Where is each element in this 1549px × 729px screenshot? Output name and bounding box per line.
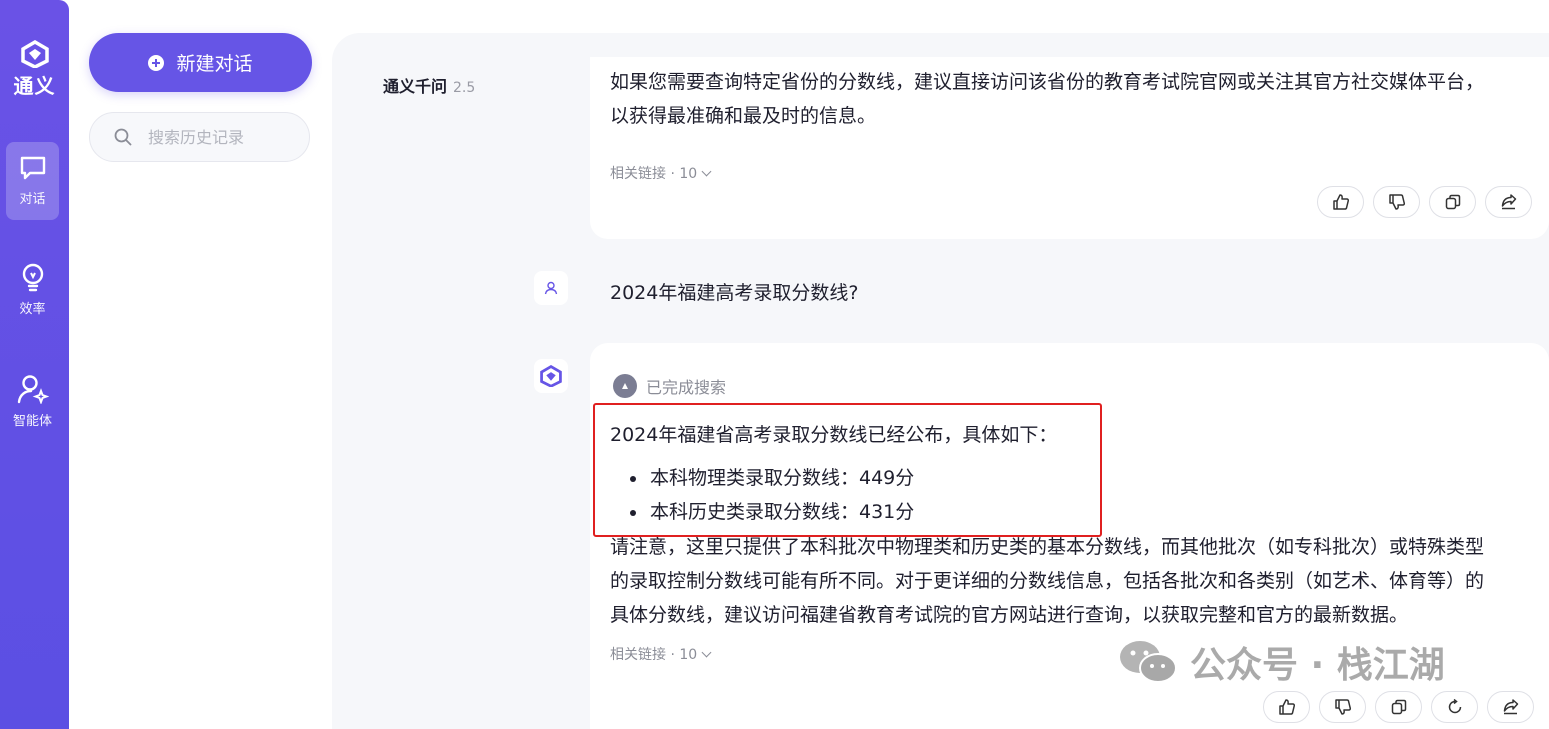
- related-links-toggle[interactable]: 相关链接 · 10: [610, 163, 712, 183]
- answer-card-previous: 如果您需要查询特定省份的分数线，建议直接访问该省份的教育考试院官网或关注其官方社…: [590, 57, 1549, 239]
- dislike-button[interactable]: [1319, 691, 1366, 723]
- rail-item-label: 智能体: [12, 414, 52, 429]
- answer-actions: [1263, 691, 1534, 723]
- user-avatar: [534, 271, 568, 305]
- history-search[interactable]: [89, 112, 310, 162]
- related-links-toggle[interactable]: 相关链接 · 10: [610, 644, 712, 664]
- like-button[interactable]: [1263, 691, 1310, 723]
- dislike-button[interactable]: [1373, 186, 1420, 218]
- search-input[interactable]: [146, 126, 300, 148]
- copy-icon: [1391, 699, 1406, 715]
- thumbs-up-icon: [1332, 194, 1349, 210]
- new-chat-label: 新建对话: [176, 53, 253, 75]
- chat-bubble-icon: [20, 156, 45, 180]
- plus-circle-icon: [148, 54, 165, 71]
- rail-item-label: 效率: [19, 302, 46, 317]
- rail-item-chat[interactable]: 对话: [6, 142, 59, 220]
- chevron-down-icon: [701, 647, 712, 658]
- copy-icon: [1445, 194, 1460, 210]
- share-button[interactable]: [1487, 691, 1534, 723]
- user-icon: [544, 281, 558, 295]
- share-button[interactable]: [1485, 186, 1532, 218]
- model-label: 通义千问 2.5: [383, 73, 475, 97]
- share-icon: [1501, 194, 1516, 210]
- watermark-text: 公众号 · 栈江湖: [1190, 645, 1445, 686]
- user-question-text: 2024年福建高考录取分数线?: [610, 282, 859, 304]
- answer-text-line: 如果您需要查询特定省份的分数线，建议直接访问该省份的教育考试院官网或关注其官方社…: [610, 71, 1485, 93]
- rail-item-label: 对话: [19, 192, 46, 207]
- answer-actions: [1317, 186, 1532, 218]
- list-item: 本科物理类录取分数线：449分: [610, 461, 914, 495]
- app-logo[interactable]: 通义: [0, 40, 69, 99]
- copy-button[interactable]: [1375, 691, 1422, 723]
- thumbs-down-icon: [1388, 194, 1405, 210]
- rail-item-agents[interactable]: 智能体: [6, 362, 59, 440]
- app-logo-text: 通义: [13, 74, 56, 98]
- thumbs-down-icon: [1334, 699, 1351, 715]
- conversation-area: 通义千问 2.5 如果您需要查询特定省份的分数线，建议直接访问该省份的教育考试院官…: [332, 33, 1549, 729]
- watermark: 公众号 · 栈江湖: [1118, 636, 1445, 688]
- copy-button[interactable]: [1429, 186, 1476, 218]
- answer-text-line: 请注意，这里只提供了本科批次中物理类和历史类的基本分数线，而其他批次（如专科批次…: [610, 536, 1485, 558]
- like-button[interactable]: [1317, 186, 1364, 218]
- answer-bullet-list: 本科物理类录取分数线：449分 本科历史类录取分数线：431分: [610, 461, 914, 529]
- refresh-icon: [1448, 698, 1461, 714]
- model-version: 2.5: [453, 80, 476, 96]
- wechat-icon: [1120, 641, 1177, 683]
- answer-heading: 2024年福建省高考录取分数线已经公布，具体如下：: [610, 424, 1058, 446]
- regenerate-button[interactable]: [1431, 691, 1478, 723]
- answer-text-line: 以获得最准确和最及时的信息。: [610, 105, 877, 127]
- list-item: 本科历史类录取分数线：431分: [610, 495, 914, 529]
- assistant-avatar: [534, 359, 568, 393]
- model-name: 通义千问: [383, 77, 448, 96]
- related-links-label: 相关链接 · 10: [610, 647, 698, 663]
- lightbulb-icon: [22, 263, 43, 292]
- answer-text-line: 具体分数线，建议访问福建省教育考试院的官方网站进行查询，以获取完整和官方的最新数…: [610, 604, 1409, 626]
- tongyi-logo-icon: [540, 365, 562, 387]
- left-rail: 通义 对话 效率 智能体: [0, 0, 69, 729]
- search-icon: [114, 128, 132, 146]
- search-status-label: 已完成搜索: [646, 378, 727, 397]
- rail-item-efficiency[interactable]: 效率: [6, 250, 59, 328]
- new-chat-button[interactable]: 新建对话: [89, 33, 312, 92]
- share-icon: [1503, 699, 1518, 715]
- tongyi-logo-icon: [20, 40, 49, 68]
- chevron-down-icon: [701, 166, 712, 177]
- side-panel: 新建对话: [69, 0, 331, 729]
- answer-text-line: 的录取控制分数线可能有所不同。对于更详细的分数线信息，包括各批次和各类别（如艺术…: [610, 570, 1485, 592]
- search-status-icon: [613, 374, 637, 398]
- thumbs-up-icon: [1278, 699, 1295, 715]
- search-status[interactable]: 已完成搜索: [613, 374, 726, 398]
- agent-person-icon: [17, 375, 49, 404]
- related-links-label: 相关链接 · 10: [610, 166, 698, 182]
